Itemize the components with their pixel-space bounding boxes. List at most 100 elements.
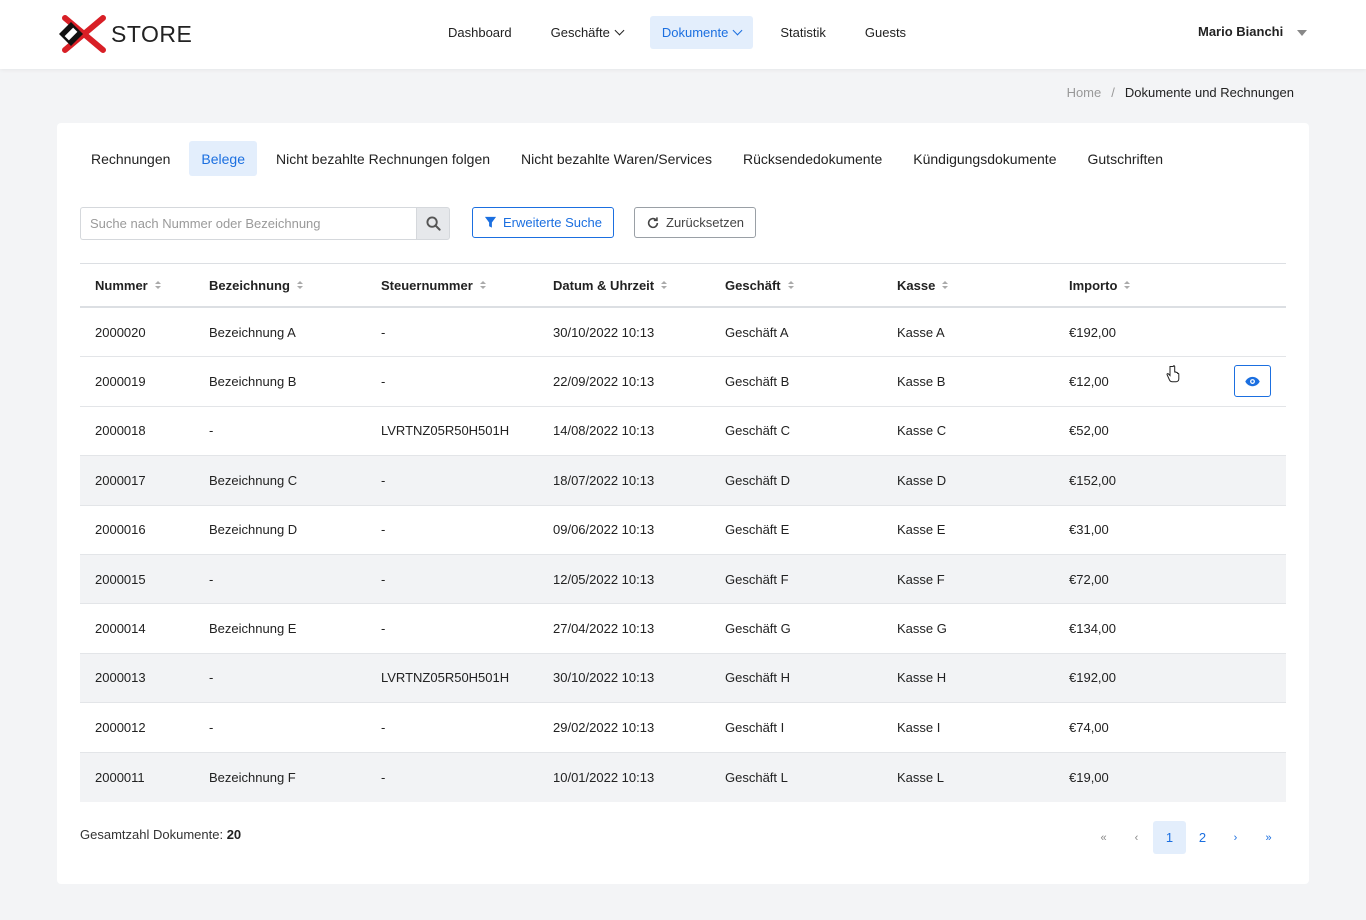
tab-nicht-bezahlte-waren[interactable]: Nicht bezahlte Waren/Services [509, 141, 724, 176]
cell-kasse: Kasse E [897, 522, 946, 538]
pagination-next[interactable]: › [1219, 821, 1252, 854]
table-row[interactable]: 2000011 Bezeichnung F - 10/01/2022 10:13 Ges… [80, 752, 1286, 802]
nav-guests[interactable]: Guests [853, 16, 918, 49]
sort-icon [296, 281, 303, 289]
total-label: Gesamtzahl Dokumente: [80, 827, 224, 842]
table-row[interactable]: 2000013 - LVRTNZ05R50H501H 30/10/2022 10:13… [80, 653, 1286, 704]
cell-importo: €74,00 [1069, 719, 1109, 735]
search-button[interactable] [416, 207, 450, 240]
breadcrumb-separator: / [1111, 85, 1115, 100]
cell-bezeichnung: - [209, 571, 214, 587]
table-header: Nummer Bezeichnung Steuernummer Datum & Uhr… [80, 264, 1286, 308]
cell-kasse: Kasse H [897, 670, 947, 686]
column-header-label: Steuernummer [381, 277, 473, 293]
cell-geschaeft: Geschäft C [725, 423, 791, 439]
tab-nicht-bezahlte-rechnungen[interactable]: Nicht bezahlte Rechnungen folgen [264, 141, 502, 176]
main-nav: Dashboard Geschäfte Dokumente Statistik … [436, 16, 933, 49]
cell-kasse: Kasse B [897, 374, 946, 390]
search-input[interactable] [80, 207, 416, 240]
documents-card: Rechnungen Belege Nicht bezahlte Rechnun… [57, 123, 1309, 884]
tab-kuendigungsdokumente[interactable]: Kündigungsdokumente [901, 141, 1068, 176]
cell-steuernummer: LVRTNZ05R50H501H [381, 670, 510, 686]
column-header-nummer[interactable]: Nummer [80, 278, 194, 293]
table-row[interactable]: 2000015 - - 12/05/2022 10:13 Geschäft F Kasse… [80, 554, 1286, 605]
cell-datum: 10/01/2022 10:13 [553, 769, 655, 785]
column-header-label: Nummer [95, 277, 148, 293]
view-button[interactable] [1234, 365, 1271, 398]
table-row[interactable]: 2000019 Bezeichnung B - 22/09/2022 10:13 Ges… [80, 357, 1286, 407]
table-body: 2000020 Bezeichnung A - 30/10/2022 10:13 Ges… [80, 308, 1286, 802]
cell-kasse: Kasse C [897, 423, 947, 439]
table-row[interactable]: 2000016 Bezeichnung D - 09/06/2022 10:13 Ges… [80, 506, 1286, 555]
cell-steuernummer: - [381, 374, 386, 390]
column-header-importo[interactable]: Importo [1054, 278, 1286, 293]
nav-statistik-label: Statistik [780, 25, 826, 40]
cell-nummer: 2000019 [95, 374, 146, 390]
cell-nummer: 2000013 [95, 670, 146, 686]
cell-steuernummer: - [381, 324, 386, 340]
advanced-search-label: Erweiterte Suche [503, 215, 602, 230]
column-header-steuernummer[interactable]: Steuernummer [366, 278, 538, 293]
cell-nummer: 2000017 [95, 472, 146, 488]
table-row[interactable]: 2000020 Bezeichnung A - 30/10/2022 10:13 Ges… [80, 308, 1286, 358]
cell-datum: 27/04/2022 10:13 [553, 621, 655, 637]
cell-bezeichnung: - [209, 423, 214, 439]
cell-nummer: 2000020 [95, 324, 146, 340]
nav-geschaefte-label: Geschäfte [550, 25, 610, 40]
column-header-label: Bezeichnung [209, 277, 290, 293]
cell-datum: 22/09/2022 10:13 [553, 374, 655, 390]
document-tabs: Rechnungen Belege Nicht bezahlte Rechnun… [79, 141, 1182, 176]
sort-icon [942, 281, 949, 289]
cell-geschaeft: Geschäft L [725, 769, 788, 785]
reset-button[interactable]: Zurücksetzen [634, 207, 757, 238]
user-name: Mario Bianchi [1198, 24, 1284, 39]
cell-geschaeft: Geschäft G [725, 621, 791, 637]
nav-guests-label: Guests [864, 25, 907, 40]
nav-dokumente[interactable]: Dokumente [649, 16, 754, 49]
pagination-page-2[interactable]: 2 [1186, 821, 1219, 854]
pagination-page-1[interactable]: 1 [1153, 821, 1186, 854]
user-menu[interactable]: Mario Bianchi [1198, 24, 1308, 39]
nav-geschaefte[interactable]: Geschäfte [539, 16, 635, 49]
breadcrumb-home[interactable]: Home [1067, 85, 1102, 100]
sort-icon [154, 281, 161, 289]
cell-nummer: 2000016 [95, 522, 146, 538]
chevron-down-icon [614, 25, 625, 36]
cell-steuernummer: - [381, 769, 386, 785]
column-header-bezeichnung[interactable]: Bezeichnung [194, 278, 366, 293]
cell-importo: €192,00 [1069, 670, 1116, 686]
column-header-geschaeft[interactable]: Geschäft [710, 278, 882, 293]
tab-belege[interactable]: Belege [189, 141, 257, 176]
cell-datum: 30/10/2022 10:13 [553, 670, 655, 686]
pagination-first[interactable]: « [1087, 821, 1120, 854]
cell-steuernummer: LVRTNZ05R50H501H [381, 423, 510, 439]
tab-gutschriften[interactable]: Gutschriften [1076, 141, 1175, 176]
total-documents: Gesamtzahl Dokumente: 20 [80, 827, 241, 842]
advanced-search-button[interactable]: Erweiterte Suche [472, 207, 614, 238]
table-row[interactable]: 2000017 Bezeichnung C - 18/07/2022 10:13 Ges… [80, 456, 1286, 506]
tab-ruecksendedokumente[interactable]: Rücksendedokumente [731, 141, 894, 176]
cell-datum: 18/07/2022 10:13 [553, 472, 655, 488]
cell-steuernummer: - [381, 522, 386, 538]
reset-label: Zurücksetzen [666, 215, 745, 230]
breadcrumb-current: Dokumente und Rechnungen [1124, 85, 1294, 100]
table-row[interactable]: 2000014 Bezeichnung E - 27/04/2022 10:13 Ges… [80, 604, 1286, 654]
cell-kasse: Kasse G [897, 621, 947, 637]
nav-statistik[interactable]: Statistik [768, 16, 838, 49]
pagination-prev[interactable]: ‹ [1120, 821, 1153, 854]
cell-nummer: 2000018 [95, 423, 146, 439]
pagination-last[interactable]: » [1252, 821, 1285, 854]
cell-kasse: Kasse I [897, 719, 941, 735]
cell-steuernummer: - [381, 621, 386, 637]
brand-logo[interactable]: STORE [57, 14, 197, 54]
tab-rechnungen[interactable]: Rechnungen [79, 141, 182, 176]
column-header-label: Importo [1069, 277, 1118, 293]
sort-icon [787, 281, 794, 289]
table-row[interactable]: 2000018 - LVRTNZ05R50H501H 14/08/2022 10:13… [80, 407, 1286, 457]
column-header-datum[interactable]: Datum & Uhrzeit [538, 278, 710, 293]
nav-dashboard[interactable]: Dashboard [436, 16, 524, 49]
table-row[interactable]: 2000012 - - 29/02/2022 10:13 Geschäft I Kasse… [80, 703, 1286, 753]
cell-geschaeft: Geschäft B [725, 374, 790, 390]
column-header-kasse[interactable]: Kasse [882, 278, 1054, 293]
cell-importo: €52,00 [1069, 423, 1109, 439]
